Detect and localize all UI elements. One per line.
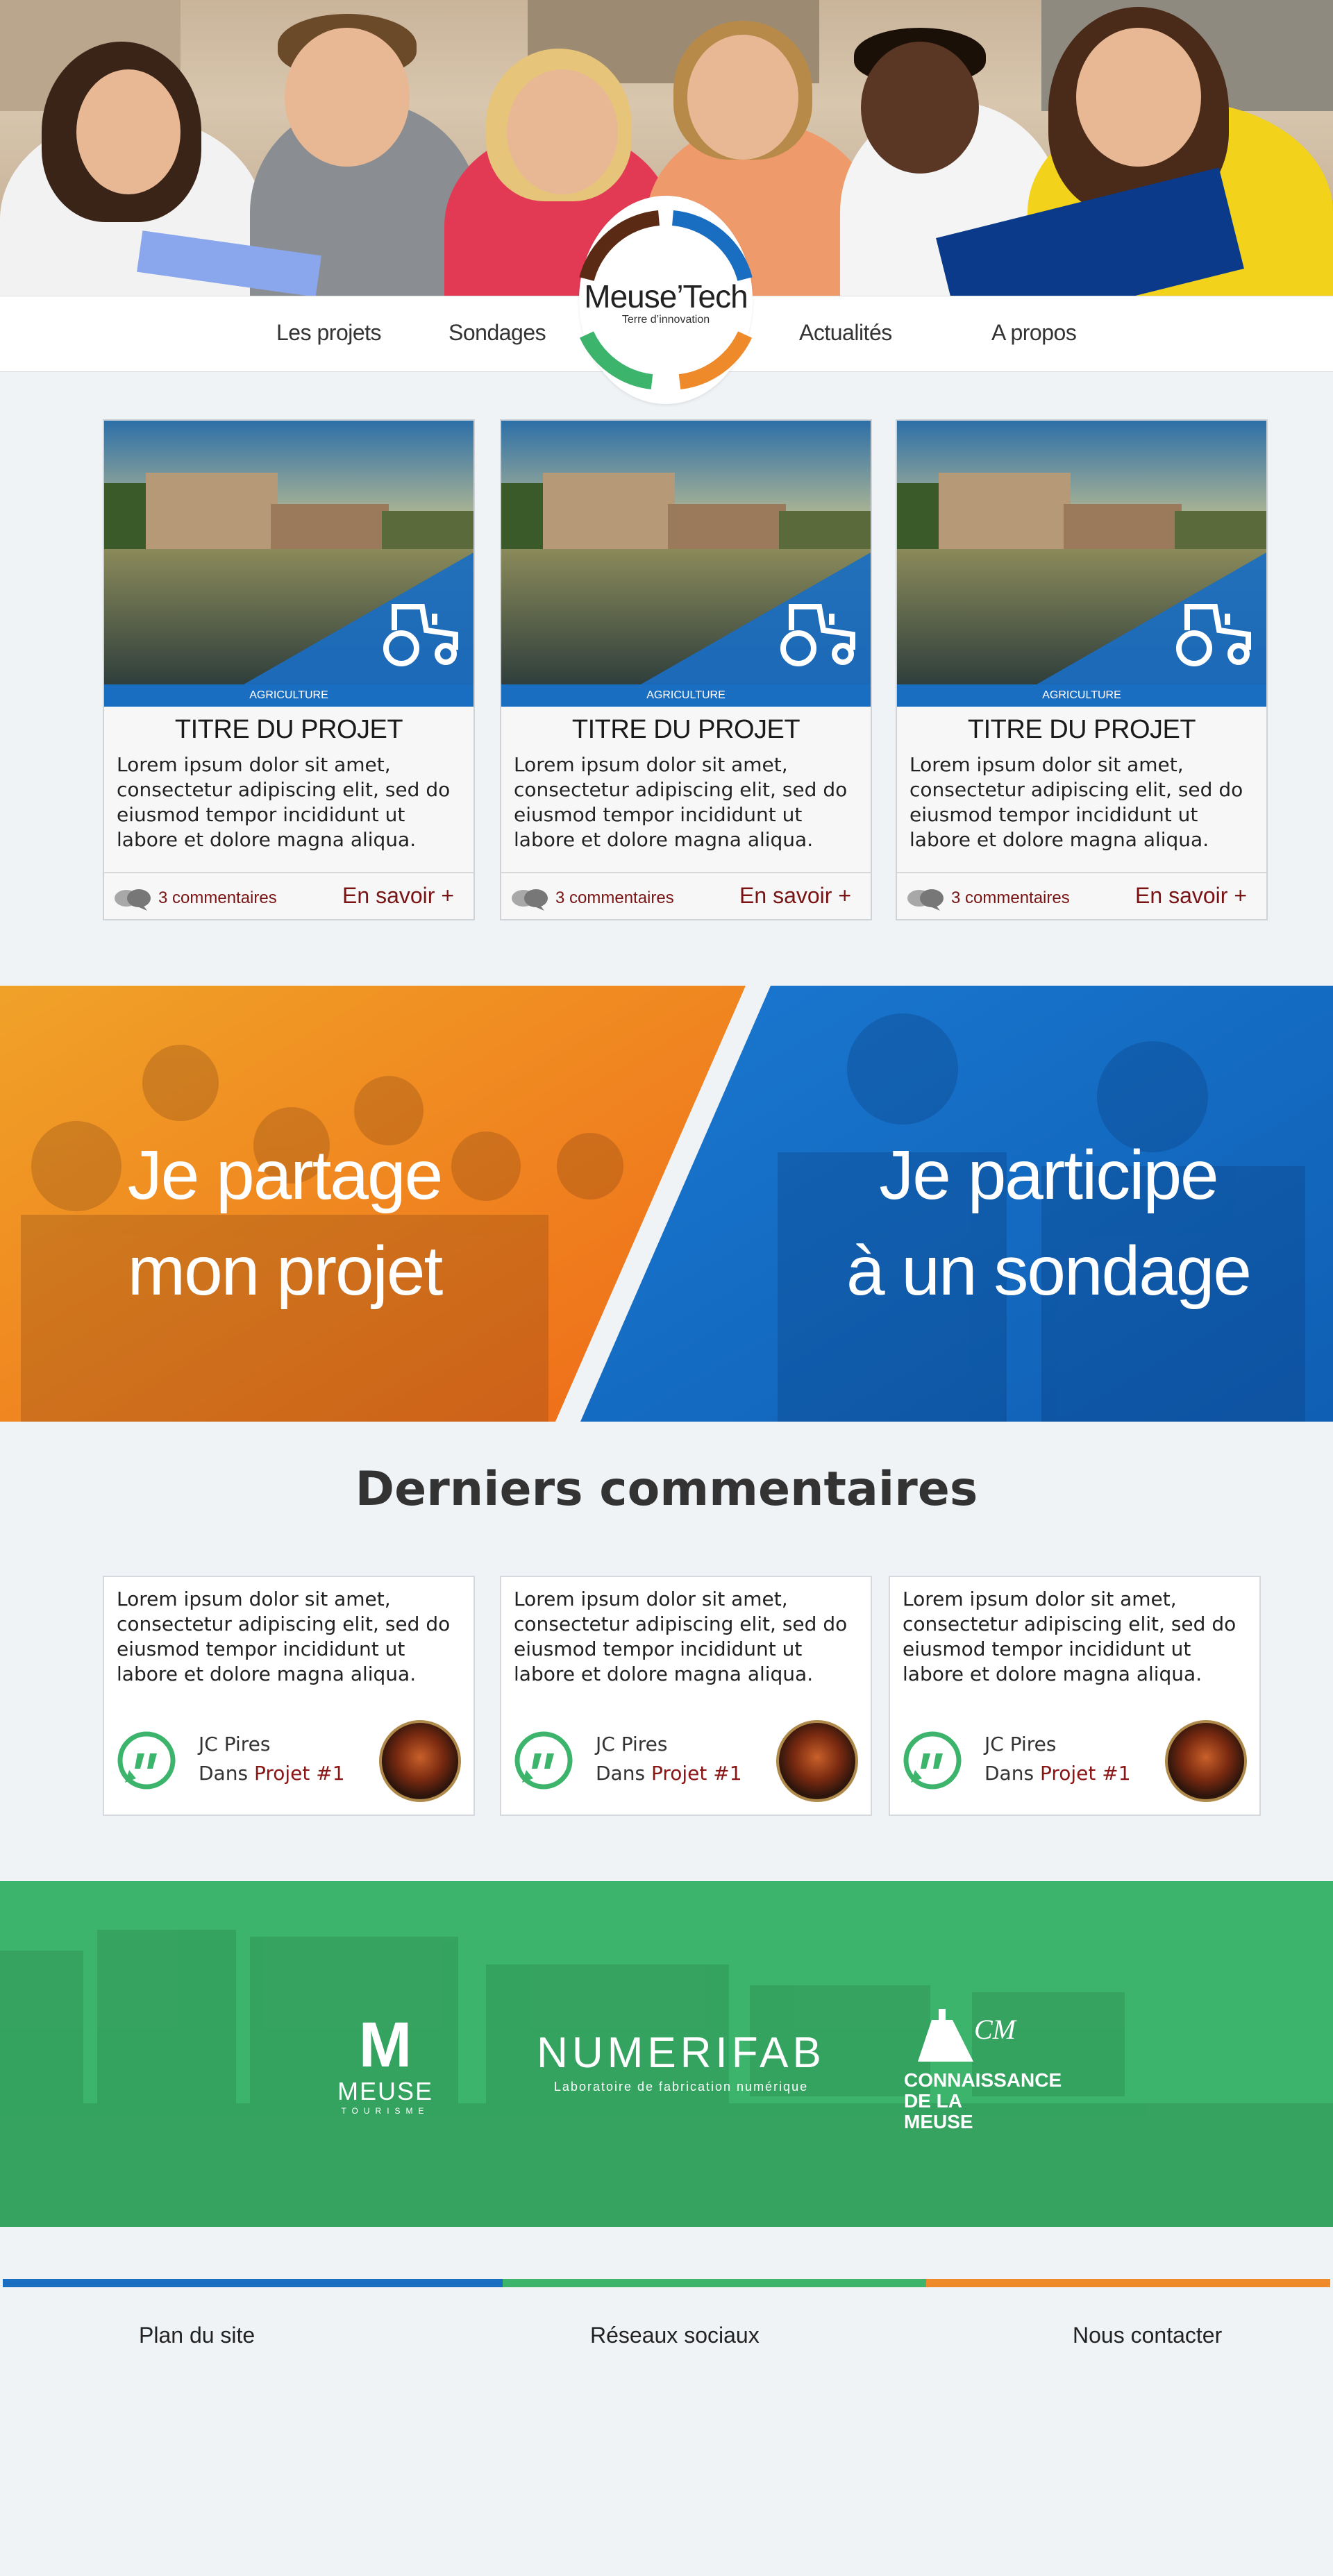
- footer-stripe-green: [503, 2279, 926, 2287]
- comments-section-title: Derniers commentaires: [355, 1462, 978, 1517]
- nav-link-news[interactable]: Actualités: [799, 320, 892, 346]
- comment-author-block: JC Pires Dans Projet #1: [596, 1730, 742, 1788]
- avatar: [379, 1720, 461, 1802]
- quote-bubble-icon: [903, 1731, 962, 1790]
- numerifab-logo-sub: Laboratoire de fabrication numérique: [553, 2080, 809, 2094]
- project-description: Lorem ipsum dolor sit amet, consectetur …: [909, 753, 1243, 851]
- meuse-logo-letter: M: [358, 2010, 412, 2080]
- comment-author-block: JC Pires Dans Projet #1: [199, 1730, 345, 1788]
- join-survey-cta[interactable]: Je participe à un sondage: [840, 1127, 1257, 1319]
- nav-link-surveys[interactable]: Sondages: [448, 320, 546, 346]
- quote-bubble-icon: [117, 1731, 176, 1790]
- project-image: [501, 421, 871, 693]
- comment-count[interactable]: 3 commentaires: [158, 889, 277, 908]
- project-card-footer: 3 commentaires En savoir +: [104, 872, 473, 920]
- comment-text: Lorem ipsum dolor sit amet, consectetur …: [117, 1588, 451, 1685]
- cta-banner: Je partage mon projet Je participe à un …: [0, 986, 1333, 1422]
- comment-card: Lorem ipsum dolor sit amet, consectetur …: [889, 1576, 1261, 1816]
- comment-text: Lorem ipsum dolor sit amet, consectetur …: [903, 1588, 1236, 1685]
- share-project-cta[interactable]: Je partage mon projet: [76, 1127, 493, 1319]
- project-card[interactable]: AGRICULTURE TITRE DU PROJET Lorem ipsum …: [500, 419, 872, 920]
- partners-banner: M MEUSE TOURISME NUMERIFAB Laboratoire d…: [0, 1881, 1333, 2227]
- read-more-link[interactable]: En savoir +: [1135, 883, 1247, 909]
- person-face: [1076, 28, 1201, 167]
- project-category: AGRICULTURE: [501, 684, 871, 707]
- person-face: [285, 28, 410, 167]
- project-title: TITRE DU PROJET: [174, 715, 403, 744]
- project-category: AGRICULTURE: [897, 684, 1266, 707]
- comment-author-block: JC Pires Dans Projet #1: [984, 1730, 1131, 1788]
- avatar: [1165, 1720, 1247, 1802]
- project-card-footer: 3 commentaires En savoir +: [501, 872, 871, 920]
- logo-tagline: Terre d’innovation: [621, 314, 710, 326]
- nav-link-about[interactable]: A propos: [991, 320, 1077, 346]
- comment-card: Lorem ipsum dolor sit amet, consectetur …: [500, 1576, 872, 1816]
- person-face: [507, 69, 618, 194]
- comment-in: Dans: [984, 1762, 1034, 1785]
- comment-project-link[interactable]: Projet #1: [254, 1762, 345, 1785]
- comment-bubble-icon: [115, 889, 151, 911]
- person-face: [76, 69, 181, 194]
- meuse-logo-sub: TOURISME: [341, 2106, 430, 2116]
- read-more-link[interactable]: En savoir +: [739, 883, 851, 909]
- comment-project-link[interactable]: Projet #1: [651, 1762, 742, 1785]
- partner-numerifab[interactable]: NUMERIFAB Laboratoire de fabrication num…: [525, 2028, 837, 2105]
- project-description: Lorem ipsum dolor sit amet, consectetur …: [514, 753, 848, 851]
- footer-link-sitemap[interactable]: Plan du site: [139, 2323, 255, 2348]
- partner-meuse-tourisme[interactable]: M MEUSE TOURISME: [326, 2013, 444, 2124]
- footer-link-contact[interactable]: Nous contacter: [1073, 2323, 1222, 2348]
- project-description: Lorem ipsum dolor sit amet, consectetur …: [117, 753, 451, 851]
- footer-link-social[interactable]: Réseaux sociaux: [590, 2323, 760, 2348]
- tractor-icon: [1176, 604, 1251, 666]
- cm-logo-name: CONNAISSANCE DE LA MEUSE: [904, 2069, 1062, 2132]
- cm-logo-mark: CM: [974, 2014, 1016, 2045]
- comment-count[interactable]: 3 commentaires: [951, 889, 1070, 908]
- project-card[interactable]: AGRICULTURE TITRE DU PROJET Lorem ipsum …: [103, 419, 475, 920]
- comment-card: Lorem ipsum dolor sit amet, consectetur …: [103, 1576, 475, 1816]
- survey-line-2: à un sondage: [846, 1232, 1252, 1310]
- site-logo[interactable]: Meuse’Tech Terre d’innovation: [579, 196, 753, 404]
- comment-project-link[interactable]: Projet #1: [1040, 1762, 1131, 1785]
- tractor-icon: [383, 604, 458, 666]
- project-image: [104, 421, 473, 693]
- footer-stripe-blue: [3, 2279, 503, 2287]
- logo-name: Meuse’Tech: [584, 278, 748, 314]
- partner-connaissance-meuse[interactable]: CM CONNAISSANCE DE LA MEUSE: [904, 2006, 1062, 2132]
- project-card[interactable]: AGRICULTURE TITRE DU PROJET Lorem ipsum …: [896, 419, 1268, 920]
- person-face: [861, 42, 979, 174]
- project-image: [897, 421, 1266, 693]
- project-title: TITRE DU PROJET: [967, 715, 1196, 744]
- nav-link-projects[interactable]: Les projets: [276, 320, 382, 346]
- comment-count[interactable]: 3 commentaires: [555, 889, 674, 908]
- comment-author: JC Pires: [199, 1733, 271, 1756]
- footer-stripe-orange: [926, 2279, 1330, 2287]
- share-line-1: Je partage: [127, 1136, 444, 1214]
- comment-in: Dans: [199, 1762, 249, 1785]
- quote-bubble-icon: [514, 1731, 573, 1790]
- share-line-2: mon projet: [127, 1232, 443, 1310]
- numerifab-logo-name: NUMERIFAB: [537, 2029, 825, 2077]
- project-category: AGRICULTURE: [104, 684, 473, 707]
- tractor-icon: [780, 604, 855, 666]
- comment-bubble-icon: [907, 889, 944, 911]
- comment-text: Lorem ipsum dolor sit amet, consectetur …: [514, 1588, 848, 1685]
- comment-in: Dans: [596, 1762, 646, 1785]
- project-card-footer: 3 commentaires En savoir +: [897, 872, 1266, 920]
- person-face: [687, 35, 798, 160]
- comment-author: JC Pires: [596, 1733, 668, 1756]
- read-more-link[interactable]: En savoir +: [342, 883, 454, 909]
- avatar: [776, 1720, 858, 1802]
- meuse-logo-name: MEUSE: [337, 2077, 434, 2105]
- comment-bubble-icon: [512, 889, 548, 911]
- comment-author: JC Pires: [984, 1733, 1057, 1756]
- project-title: TITRE DU PROJET: [571, 715, 800, 744]
- survey-line-1: Je participe: [879, 1136, 1218, 1214]
